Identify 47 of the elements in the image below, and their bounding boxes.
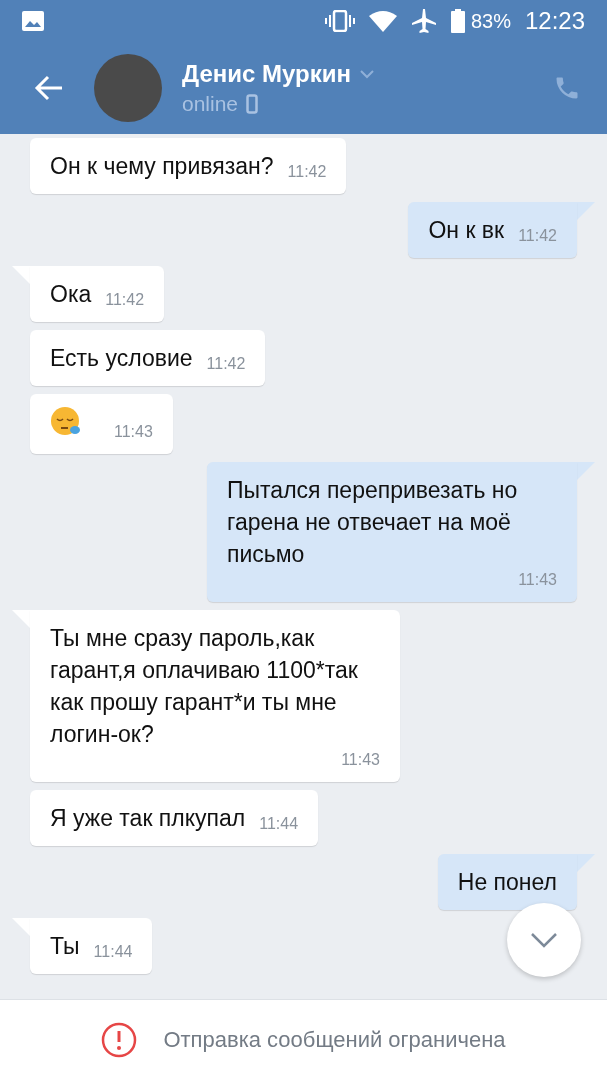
message-bubble[interactable]: Он к чему привязан? 11:42 xyxy=(30,138,347,194)
bubble-tail xyxy=(577,202,595,220)
sleepy-face-icon xyxy=(50,406,82,438)
image-icon xyxy=(22,11,44,31)
notice-text: Отправка сообщений ограничена xyxy=(163,1027,506,1053)
message-bubble[interactable]: Есть условие 11:42 xyxy=(30,330,266,386)
contact-name[interactable]: Денис Муркин xyxy=(182,60,351,88)
message-time: 11:42 xyxy=(518,226,557,246)
message-time: 11:42 xyxy=(287,162,327,182)
battery-icon xyxy=(450,9,465,33)
wifi-icon xyxy=(368,10,397,32)
message-text: Не понел xyxy=(457,868,557,897)
message-bubble[interactable]: Я уже так плкупал 11:44 xyxy=(30,790,319,846)
bubble-tail xyxy=(577,854,595,872)
chevron-down-icon[interactable] xyxy=(358,69,375,79)
message-text: Я уже так плкупал xyxy=(50,804,246,833)
message-bubble[interactable]: Ты 11:44 xyxy=(30,918,153,974)
message-time: 11:42 xyxy=(206,354,246,374)
message-bubble[interactable]: Ты мне сразу пароль,как гарант,я оплачиваю 1100*так как прошу гарант*и ты мне логин-ок? 11:43 xyxy=(30,610,400,782)
message-time: 11:44 xyxy=(259,814,299,834)
bubble-tail xyxy=(577,462,595,480)
online-status: online xyxy=(182,92,239,116)
message-text: Есть условие xyxy=(50,344,193,373)
airplane-icon xyxy=(410,9,437,33)
phone-device-icon xyxy=(246,94,259,114)
message-text: Ты xyxy=(50,932,80,961)
scroll-down-button[interactable] xyxy=(507,903,581,977)
message-text: Ты мне сразу пароль,как гарант,я оплачиваю 1100*так как прошу гарант*и ты мне логин-ок? xyxy=(50,624,359,749)
message-time: 11:43 xyxy=(518,570,557,590)
vibrate-icon xyxy=(324,10,355,32)
message-time: 11:42 xyxy=(105,290,145,310)
message-text: Он к вк xyxy=(428,216,505,245)
clock: 12:23 xyxy=(524,7,585,35)
message-bubble[interactable]: Пытался перепривезать но гарена не отвечает на моё письмо 11:43 xyxy=(207,462,577,602)
battery-percent: 83% xyxy=(470,9,511,33)
message-bubble[interactable]: Он к вк 11:42 xyxy=(408,202,577,258)
message-time: 11:43 xyxy=(341,750,380,770)
message-bubble[interactable]: Не понел xyxy=(437,854,577,910)
message-text: Ока xyxy=(50,280,92,309)
message-text: Пытался перепривезать но гарена не отвечает на моё письмо xyxy=(227,476,519,569)
message-time: 11:44 xyxy=(93,942,133,962)
back-arrow-icon[interactable] xyxy=(34,75,64,101)
alert-icon xyxy=(101,1022,138,1058)
message-bubble[interactable]: Ока 11:42 xyxy=(30,266,165,322)
message-text: Он к чему привязан? xyxy=(50,152,274,181)
chevron-down-icon xyxy=(530,932,558,948)
message-time: 11:43 xyxy=(114,422,153,442)
